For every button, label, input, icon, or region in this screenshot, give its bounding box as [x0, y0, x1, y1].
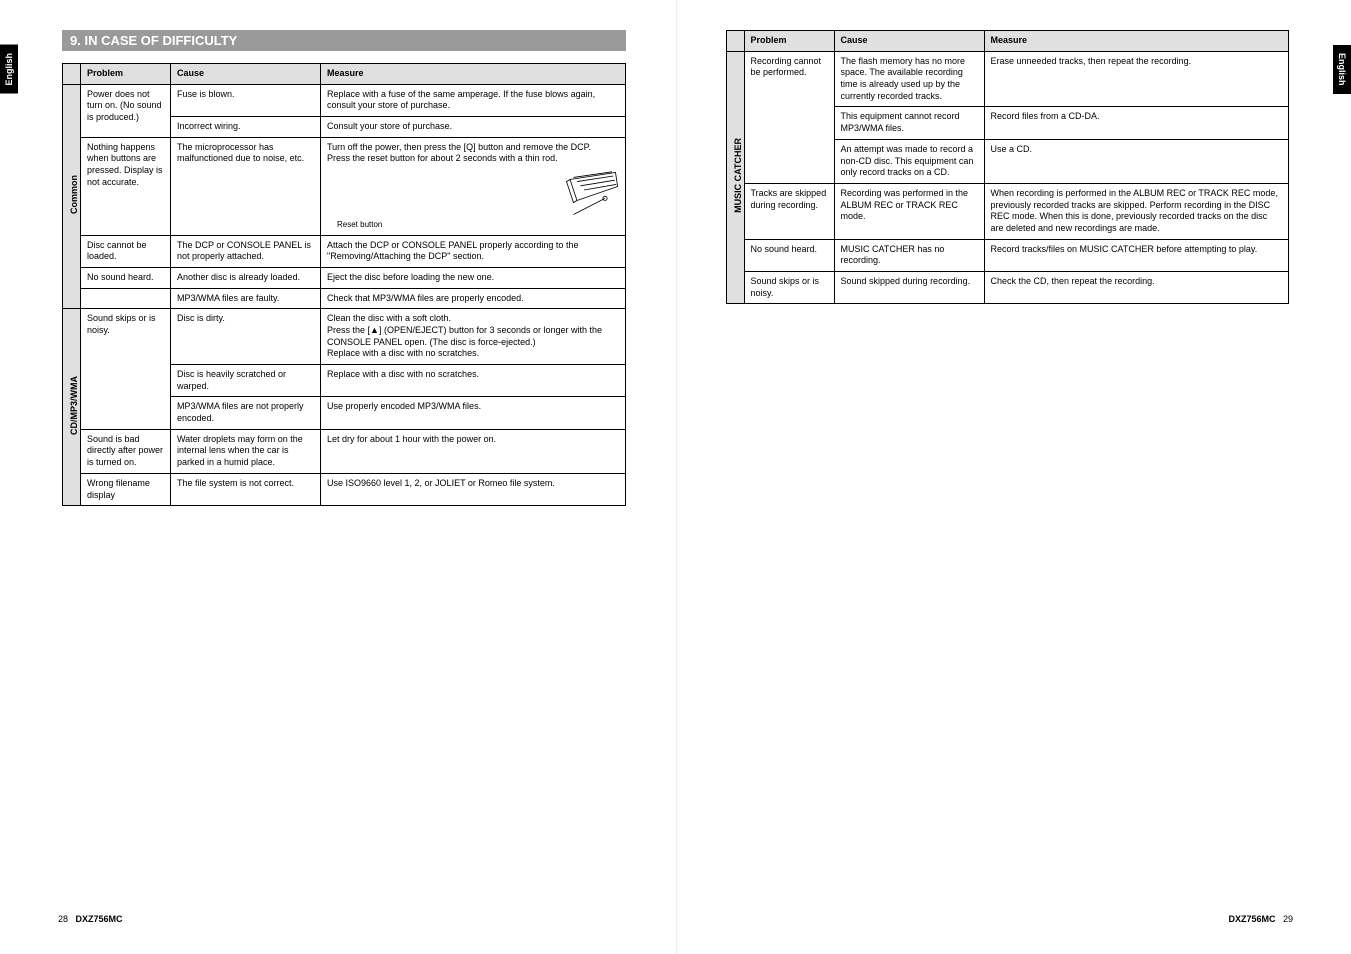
measure-cell: Check the CD, then repeat the recording. [984, 272, 1289, 304]
table-row: Wrong filename displayThe file system is… [63, 473, 626, 505]
troubleshoot-table-right: Problem Cause Measure MUSIC CATCHERRecor… [726, 30, 1290, 304]
table-row: Disc cannot be loaded.The DCP or CONSOLE… [63, 235, 626, 267]
section-title: 9. IN CASE OF DIFFICULTY [62, 30, 626, 51]
measure-cell: Use ISO9660 level 1, 2, or JOLIET or Rom… [321, 473, 626, 505]
table-corner [63, 64, 81, 85]
cause-cell: Recording was performed in the ALBUM REC… [834, 183, 984, 239]
language-tab-right: English [1333, 45, 1351, 94]
measure-cell: Consult your store of purchase. [321, 117, 626, 138]
col-problem: Problem [744, 31, 834, 52]
group-header: Common [63, 84, 81, 309]
table-row: Sound is bad directly after power is tur… [63, 429, 626, 473]
col-problem: Problem [81, 64, 171, 85]
cause-cell: The flash memory has no more space. The … [834, 51, 984, 107]
model-right: DXZ756MC [1228, 914, 1275, 924]
problem-cell: Wrong filename display [81, 473, 171, 505]
cause-cell: Sound skipped during recording. [834, 272, 984, 304]
col-measure: Measure [321, 64, 626, 85]
measure-cell: Use properly encoded MP3/WMA files. [321, 397, 626, 429]
measure-cell: Let dry for about 1 hour with the power … [321, 429, 626, 473]
measure-cell: Clean the disc with a soft cloth.Press t… [321, 309, 626, 365]
problem-cell: Recording cannot be performed. [744, 51, 834, 183]
table-row: MUSIC CATCHERRecording cannot be perform… [726, 51, 1289, 107]
table-row: CD/MP3/WMASound skips or is noisy.Disc i… [63, 309, 626, 365]
measure-cell: Erase unneeded tracks, then repeat the r… [984, 51, 1289, 107]
left-page: English 9. IN CASE OF DIFFICULTY Problem… [0, 0, 676, 954]
table-row: No sound heard.MUSIC CATCHER has no reco… [726, 239, 1289, 271]
table-row: CommonPower does not turn on. (No sound … [63, 84, 626, 116]
cause-cell: MP3/WMA files are faulty. [171, 288, 321, 309]
cause-cell: An attempt was made to record a non-CD d… [834, 139, 984, 183]
problem-cell: No sound heard. [81, 267, 171, 288]
problem-cell: No sound heard. [744, 239, 834, 271]
cause-cell: Disc is dirty. [171, 309, 321, 365]
table-row: No sound heard.Another disc is already l… [63, 267, 626, 288]
measure-cell: Replace with a disc with no scratches. [321, 365, 626, 397]
col-measure: Measure [984, 31, 1289, 52]
measure-cell: Attach the DCP or CONSOLE PANEL properly… [321, 235, 626, 267]
table-row: MP3/WMA files are faulty.Check that MP3/… [63, 288, 626, 309]
col-cause: Cause [834, 31, 984, 52]
cause-cell: MUSIC CATCHER has no recording. [834, 239, 984, 271]
reset-label: Reset button [327, 220, 619, 230]
cause-cell: Fuse is blown. [171, 84, 321, 116]
problem-cell: Tracks are skipped during recording. [744, 183, 834, 239]
cause-cell: MP3/WMA files are not properly encoded. [171, 397, 321, 429]
footer-right: DXZ756MC 29 [1228, 914, 1293, 924]
problem-cell [81, 288, 171, 309]
footer-left: 28 DXZ756MC [58, 914, 123, 924]
troubleshoot-table-left: Problem Cause Measure CommonPower does n… [62, 63, 626, 506]
cause-cell: The DCP or CONSOLE PANEL is not properly… [171, 235, 321, 267]
model-left: DXZ756MC [76, 914, 123, 924]
cause-cell: This equipment cannot record MP3/WMA fil… [834, 107, 984, 139]
right-page: English Problem Cause Measure MUSIC CATC… [676, 0, 1351, 954]
language-tab-left: English [0, 45, 18, 94]
problem-cell: Sound is bad directly after power is tur… [81, 429, 171, 473]
reset-drawing [549, 169, 619, 218]
cause-cell: The microprocessor has malfunctioned due… [171, 137, 321, 235]
problem-cell: Sound skips or is noisy. [81, 309, 171, 430]
group-header: CD/MP3/WMA [63, 309, 81, 506]
cause-cell: Incorrect wiring. [171, 117, 321, 138]
page-number: 28 [58, 914, 68, 924]
measure-cell: Eject the disc before loading the new on… [321, 267, 626, 288]
table-row: Tracks are skipped during recording.Reco… [726, 183, 1289, 239]
table-row: Sound skips or is noisy.Sound skipped du… [726, 272, 1289, 304]
measure-cell: Record tracks/files on MUSIC CATCHER bef… [984, 239, 1289, 271]
cause-cell: Disc is heavily scratched or warped. [171, 365, 321, 397]
page-number: 29 [1283, 914, 1293, 924]
measure-cell: Turn off the power, then press the [Q] b… [321, 137, 626, 235]
measure-cell: Replace with a fuse of the same amperage… [321, 84, 626, 116]
problem-cell: Disc cannot be loaded. [81, 235, 171, 267]
measure-cell: Use a CD. [984, 139, 1289, 183]
table-corner [726, 31, 744, 52]
measure-cell: When recording is performed in the ALBUM… [984, 183, 1289, 239]
col-cause: Cause [171, 64, 321, 85]
measure-cell: Record files from a CD-DA. [984, 107, 1289, 139]
problem-cell: Nothing happens when buttons are pressed… [81, 137, 171, 235]
measure-cell: Check that MP3/WMA files are properly en… [321, 288, 626, 309]
problem-cell: Power does not turn on. (No sound is pro… [81, 84, 171, 137]
problem-cell: Sound skips or is noisy. [744, 272, 834, 304]
cause-cell: Another disc is already loaded. [171, 267, 321, 288]
cause-cell: Water droplets may form on the internal … [171, 429, 321, 473]
table-row: Nothing happens when buttons are pressed… [63, 137, 626, 235]
group-header: MUSIC CATCHER [726, 51, 744, 304]
cause-cell: The file system is not correct. [171, 473, 321, 505]
